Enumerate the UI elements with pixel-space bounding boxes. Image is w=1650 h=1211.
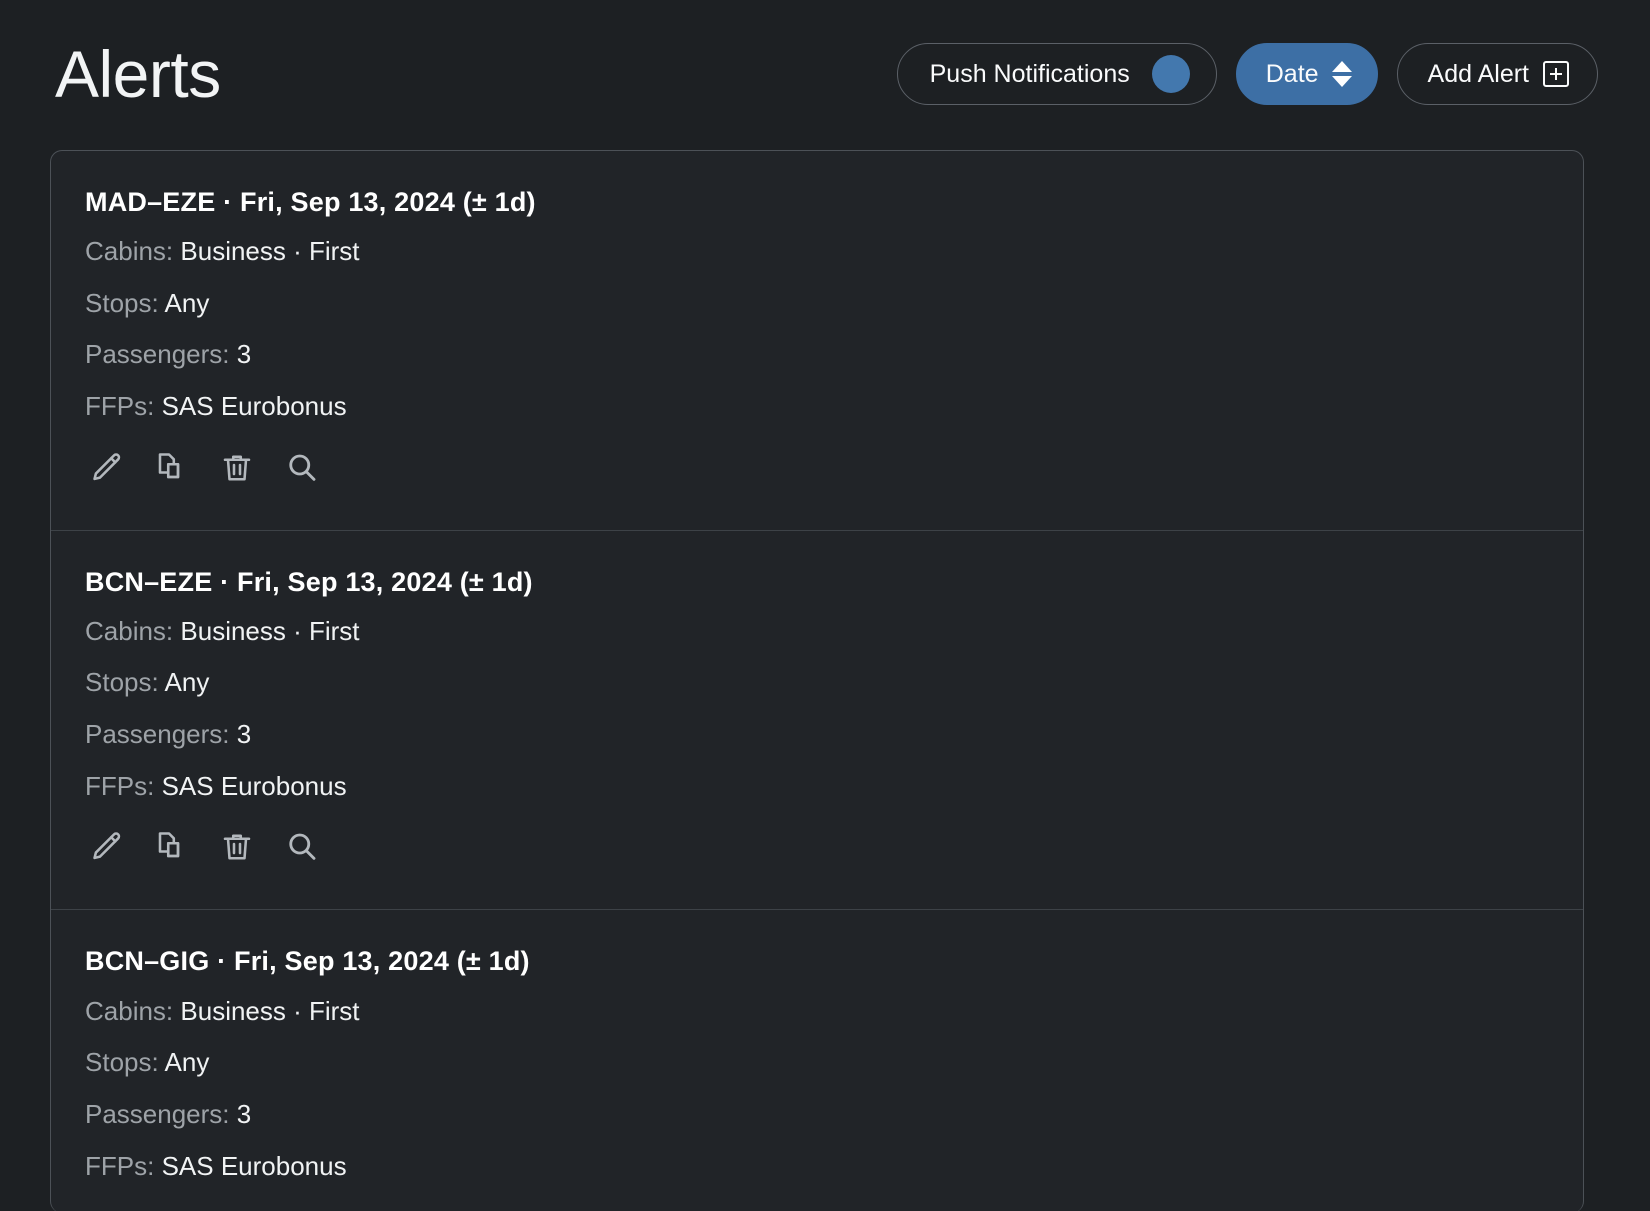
alert-title: BCN–GIG · Fri, Sep 13, 2024 (± 1d) — [85, 946, 530, 977]
ffps-value: SAS Eurobonus — [161, 770, 347, 801]
alert-actions — [85, 446, 1549, 490]
duplicate-alert-button[interactable] — [150, 446, 194, 490]
alert-cabins: Cabins: Business · First — [85, 236, 1549, 267]
stops-label: Stops: — [85, 287, 159, 318]
passengers-label: Passengers: — [85, 719, 230, 750]
alert-row[interactable]: BCN–EZE · Fri, Sep 13, 2024 (± 1d) Cabin… — [51, 531, 1583, 911]
alert-passengers: Passengers: 3 — [85, 719, 1549, 750]
search-icon — [284, 829, 320, 865]
alert-ffps: FFPs: SAS Eurobonus — [85, 771, 1549, 802]
passengers-label: Passengers: — [85, 339, 230, 370]
alert-stops: Stops: Any — [85, 1047, 1549, 1078]
cabins-label: Cabins: — [85, 995, 174, 1026]
push-notifications-indicator[interactable] — [1151, 55, 1190, 93]
page-title: Alerts — [55, 37, 221, 111]
duplicate-icon — [154, 829, 190, 865]
stops-value: Any — [164, 287, 210, 318]
push-notifications-toggle[interactable]: Push Notifications — [896, 43, 1217, 105]
passengers-label: Passengers: — [85, 1098, 230, 1129]
push-notifications-label: Push Notifications — [929, 59, 1130, 88]
alert-cabins: Cabins: Business · First — [85, 616, 1549, 647]
stops-value: Any — [164, 1047, 210, 1078]
ffps-label: FFPs: — [85, 391, 155, 422]
edit-alert-button[interactable] — [85, 1205, 129, 1211]
cabins-label: Cabins: — [85, 236, 174, 267]
alerts-list: MAD–EZE · Fri, Sep 13, 2024 (± 1d) Cabin… — [50, 150, 1584, 1211]
trash-icon — [219, 829, 255, 865]
cabins-label: Cabins: — [85, 615, 174, 646]
delete-alert-button[interactable] — [215, 1205, 259, 1211]
cabins-value: Business · First — [180, 236, 360, 267]
duplicate-alert-button[interactable] — [150, 1205, 194, 1211]
search-alert-button[interactable] — [280, 1205, 324, 1211]
passengers-value: 3 — [236, 1098, 252, 1129]
alert-row[interactable]: BCN–GIG · Fri, Sep 13, 2024 (± 1d) Cabin… — [51, 910, 1583, 1211]
cabins-value: Business · First — [180, 615, 360, 646]
alert-ffps: FFPs: SAS Eurobonus — [85, 1151, 1549, 1182]
alert-cabins: Cabins: Business · First — [85, 996, 1549, 1027]
ffps-value: SAS Eurobonus — [161, 1150, 347, 1181]
add-alert-button[interactable]: Add Alert — [1396, 43, 1598, 105]
sort-by-date-button[interactable]: Date — [1235, 43, 1378, 105]
edit-pencil-icon — [89, 450, 125, 486]
cabins-value: Business · First — [180, 995, 360, 1026]
search-alert-button[interactable] — [280, 825, 324, 869]
add-alert-label: Add Alert — [1427, 59, 1529, 88]
edit-pencil-icon — [89, 829, 125, 865]
alerts-page: Alerts Push Notifications Date Add Alert — [0, 0, 1650, 1211]
stops-label: Stops: — [85, 1047, 159, 1078]
alert-row[interactable]: MAD–EZE · Fri, Sep 13, 2024 (± 1d) Cabin… — [51, 151, 1583, 531]
sort-arrows-icon — [1331, 61, 1352, 87]
alert-stops: Stops: Any — [85, 667, 1549, 698]
alert-actions — [85, 1205, 1549, 1211]
ffps-label: FFPs: — [85, 1150, 155, 1181]
duplicate-alert-button[interactable] — [150, 825, 194, 869]
alert-passengers: Passengers: 3 — [85, 339, 1549, 370]
delete-alert-button[interactable] — [215, 825, 259, 869]
stops-label: Stops: — [85, 667, 159, 698]
search-icon — [284, 450, 320, 486]
stops-value: Any — [164, 667, 210, 698]
passengers-value: 3 — [236, 719, 252, 750]
duplicate-icon — [154, 450, 190, 486]
alert-stops: Stops: Any — [85, 288, 1549, 319]
ffps-value: SAS Eurobonus — [161, 391, 347, 422]
page-header: Alerts Push Notifications Date Add Alert — [0, 0, 1650, 148]
alert-title: BCN–EZE · Fri, Sep 13, 2024 (± 1d) — [85, 566, 533, 597]
plus-square-icon — [1543, 61, 1569, 87]
alert-passengers: Passengers: 3 — [85, 1099, 1549, 1130]
delete-alert-button[interactable] — [215, 446, 259, 490]
search-alert-button[interactable] — [280, 446, 324, 490]
edit-alert-button[interactable] — [85, 446, 129, 490]
sort-button-label: Date — [1265, 59, 1319, 88]
alert-title: MAD–EZE · Fri, Sep 13, 2024 (± 1d) — [85, 187, 536, 217]
ffps-label: FFPs: — [85, 770, 155, 801]
alert-ffps: FFPs: SAS Eurobonus — [85, 391, 1549, 422]
edit-alert-button[interactable] — [85, 825, 129, 869]
alert-actions — [85, 825, 1549, 869]
trash-icon — [219, 450, 255, 486]
header-actions: Push Notifications Date Add Alert — [896, 43, 1598, 105]
passengers-value: 3 — [236, 339, 252, 370]
